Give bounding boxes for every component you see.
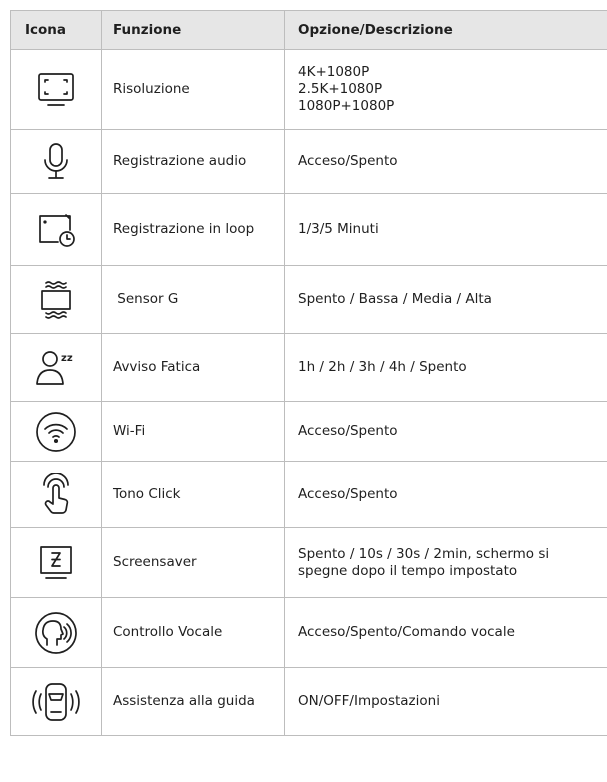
voice-control-icon — [11, 598, 102, 667]
table-header: Icona Funzione Opzione/Descrizione — [11, 11, 607, 50]
table-row: Tono Click Acceso/Spento — [11, 462, 607, 528]
header-description: Opzione/Descrizione — [298, 21, 453, 38]
g-sensor-icon — [11, 266, 102, 333]
header-function: Funzione — [102, 11, 285, 49]
driving-assist-icon — [11, 668, 102, 735]
description-text: Acceso/Spento/Comando vocale — [298, 624, 515, 640]
svg-text:zz: zz — [61, 353, 73, 364]
table-row: Screensaver Spento / 10s / 30s / 2min, s… — [11, 528, 607, 598]
resolution-icon — [11, 50, 102, 129]
description-line: 2.5K+1080P — [298, 81, 383, 97]
screensaver-icon — [11, 528, 102, 597]
table-row: Registrazione audio Acceso/Spento — [11, 130, 607, 194]
function-label: Assistenza alla guida — [102, 668, 285, 735]
function-label: Avviso Fatica — [102, 334, 285, 401]
description-text: Acceso/Spento — [298, 486, 398, 502]
function-label: Tono Click — [102, 462, 285, 527]
table-row: zz Avviso Fatica 1h / 2h / 3h / 4h / Spe… — [11, 334, 607, 402]
function-label: Controllo Vocale — [102, 598, 285, 667]
description-text: 4K+1080P 2.5K+1080P 1080P+1080P — [285, 50, 607, 129]
loop-recording-icon — [11, 194, 102, 265]
description-text: 1/3/5 Minuti — [298, 221, 379, 237]
description-text: Spento / Bassa / Media / Alta — [298, 291, 492, 307]
description-text: ON/OFF/Impostazioni — [298, 693, 440, 709]
function-label: Registrazione audio — [102, 130, 285, 193]
description-text: 1h / 2h / 3h / 4h / Spento — [298, 359, 467, 375]
description-text: Acceso/Spento — [298, 153, 398, 169]
table-row: Risoluzione 4K+1080P 2.5K+1080P 1080P+10… — [11, 50, 607, 130]
description-text: Acceso/Spento — [298, 423, 398, 439]
settings-table: Icona Funzione Opzione/Descrizione Risol… — [10, 10, 607, 736]
touch-click-icon — [11, 462, 102, 527]
header-icon: Icona — [11, 11, 102, 49]
table-row: Registrazione in loop 1/3/5 Minuti — [11, 194, 607, 266]
description-line: 4K+1080P — [298, 64, 370, 80]
table-row: Sensor G Spento / Bassa / Media / Alta — [11, 266, 607, 334]
wifi-icon — [11, 402, 102, 461]
table-row: Wi-Fi Acceso/Spento — [11, 402, 607, 462]
function-label: Risoluzione — [102, 50, 285, 129]
function-label: Screensaver — [102, 528, 285, 597]
function-label: Sensor G — [102, 266, 285, 333]
function-label: Registrazione in loop — [102, 194, 285, 265]
table-row: Assistenza alla guida ON/OFF/Impostazion… — [11, 668, 607, 736]
table-row: Controllo Vocale Acceso/Spento/Comando v… — [11, 598, 607, 668]
description-line: 1080P+1080P — [298, 98, 395, 114]
microphone-icon — [11, 130, 102, 193]
description-text: Spento / 10s / 30s / 2min, schermo si sp… — [298, 545, 550, 579]
fatigue-alert-icon: zz — [11, 334, 102, 401]
function-label: Wi-Fi — [102, 402, 285, 461]
